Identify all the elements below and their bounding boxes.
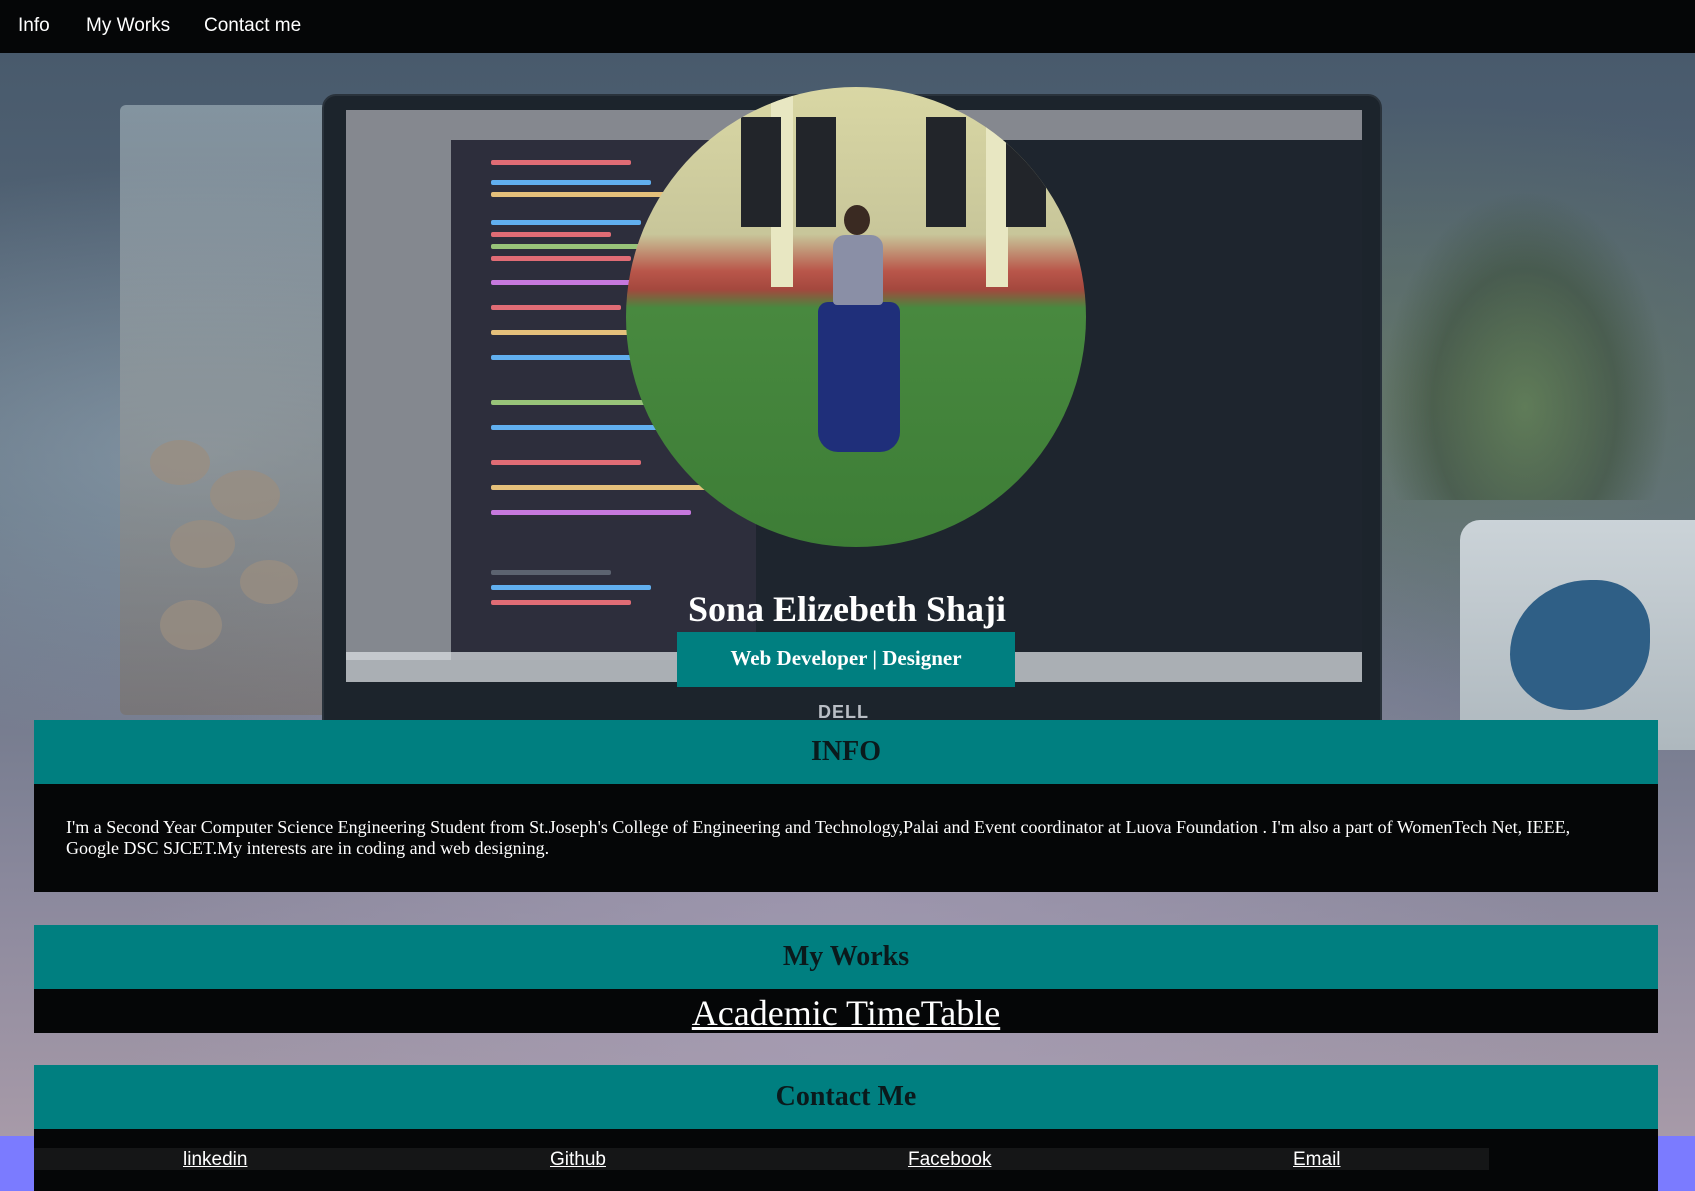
info-heading: INFO (811, 736, 881, 767)
code-line (491, 355, 651, 360)
contact-link-facebook[interactable]: Facebook (908, 1149, 991, 1171)
tagline-box: Web Developer | Designer (677, 632, 1015, 687)
info-paragraph: I'm a Second Year Computer Science Engin… (66, 817, 1571, 858)
photo-window (926, 117, 966, 227)
code-line (491, 220, 641, 225)
works-heading: My Works (782, 941, 910, 972)
background-plant (1380, 190, 1670, 500)
work-link-academic-timetable[interactable]: Academic TimeTable (34, 992, 1658, 1034)
info-section-header: INFO (34, 720, 1658, 784)
screen-sidebar (346, 140, 451, 660)
background-stone (160, 600, 222, 650)
contact-link-email[interactable]: Email (1293, 1149, 1341, 1171)
code-line (491, 570, 611, 575)
profile-photo (626, 87, 1086, 547)
photo-person-top (833, 235, 883, 305)
contact-section-header: Contact Me (34, 1065, 1658, 1129)
works-section-body: Academic TimeTable (34, 989, 1658, 1033)
info-section-body: I'm a Second Year Computer Science Engin… (34, 784, 1658, 892)
profile-tagline: Web Developer | Designer (730, 646, 962, 670)
photo-pillar (986, 87, 1008, 287)
background-stone (210, 470, 280, 520)
nav-link-info[interactable]: Info (18, 15, 50, 37)
code-line (491, 485, 711, 490)
photo-window (796, 117, 836, 227)
contact-links-row (34, 1148, 1489, 1170)
works-section-header: My Works (34, 925, 1658, 989)
laptop-brand-logo: DELL (818, 702, 869, 722)
photo-window (1006, 117, 1046, 227)
code-line (491, 510, 691, 515)
code-line (491, 305, 621, 310)
background-stone (150, 440, 210, 485)
code-line (491, 160, 631, 165)
code-line (491, 192, 681, 197)
contact-link-linkedin[interactable]: linkedin (183, 1149, 247, 1171)
background-stone (240, 560, 298, 604)
code-line (491, 256, 631, 261)
background-stone (170, 520, 235, 568)
top-nav: Info My Works Contact me (0, 0, 1695, 53)
code-line (491, 232, 611, 237)
contact-heading: Contact Me (775, 1081, 917, 1112)
photo-person-head (844, 205, 870, 235)
contact-link-github[interactable]: Github (550, 1149, 606, 1171)
photo-window (741, 117, 781, 227)
profile-name: Sona Elizebeth Shaji (687, 589, 1007, 629)
nav-link-contact-me[interactable]: Contact me (204, 15, 301, 37)
photo-person-skirt (818, 302, 900, 452)
portfolio-page: DELL Info My Works Contact me Sona Elize… (0, 0, 1695, 1191)
nav-link-my-works[interactable]: My Works (86, 15, 170, 37)
code-line (491, 180, 651, 185)
code-line (491, 460, 641, 465)
background-vase (120, 105, 335, 715)
